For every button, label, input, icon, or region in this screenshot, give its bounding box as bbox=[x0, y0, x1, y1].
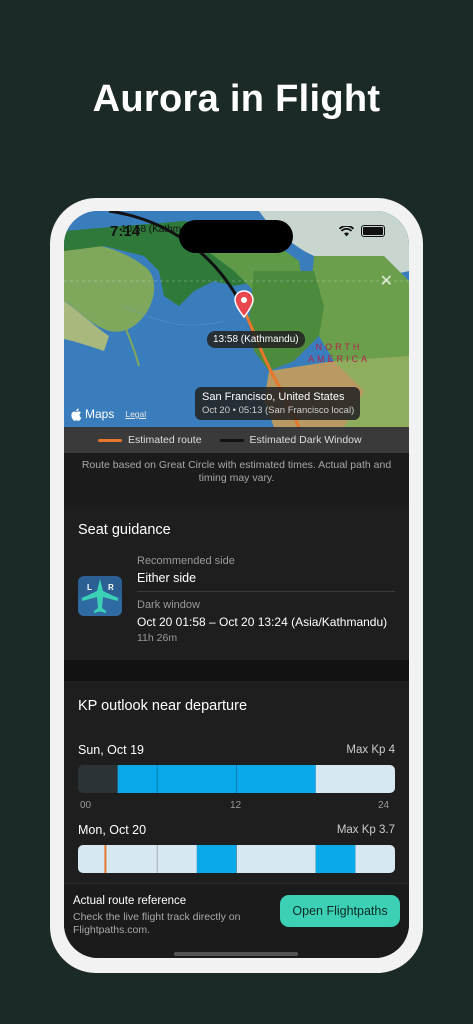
kp-timeline-bar bbox=[78, 765, 395, 793]
kp-tick-start: 00 bbox=[80, 800, 92, 811]
phone-frame: 7:14 10:58 (Kathm ✕ 13:58 (Kathmandu) NO… bbox=[50, 198, 423, 973]
legend-dark-swatch bbox=[219, 438, 244, 442]
kp-segment-high bbox=[117, 765, 316, 793]
maps-attribution: Maps Legal bbox=[71, 407, 146, 421]
kp-segment-past bbox=[78, 765, 118, 793]
kp-current-time-marker bbox=[104, 845, 107, 873]
region-label: NORTH AMERICA bbox=[308, 341, 370, 365]
wifi-icon bbox=[339, 225, 354, 236]
home-indicator bbox=[174, 952, 298, 956]
app-screen: 7:14 10:58 (Kathm ✕ 13:58 (Kathmandu) NO… bbox=[64, 211, 409, 958]
legend-dark-label: Estimated Dark Window bbox=[249, 434, 362, 446]
map-legend: Estimated route Estimated Dark Window bbox=[64, 427, 409, 453]
region-label-line1: NORTH bbox=[315, 342, 363, 352]
kp-segment-low bbox=[78, 845, 197, 873]
route-map[interactable]: 7:14 10:58 (Kathm ✕ 13:58 (Kathmandu) NO… bbox=[64, 211, 409, 427]
dark-window-value: Oct 20 01:58 – Oct 20 13:24 (Asia/Kathma… bbox=[137, 615, 388, 629]
kp-day-label: Mon, Oct 20 bbox=[78, 823, 147, 837]
kp-segment-low bbox=[315, 765, 395, 793]
legend-route-swatch bbox=[98, 438, 122, 442]
close-icon[interactable]: ✕ bbox=[380, 271, 393, 291]
route-start-label: 10:58 (Kathm bbox=[121, 224, 182, 235]
headline: Aurora in Flight bbox=[92, 78, 381, 120]
kp-tick-end: 24 bbox=[378, 800, 390, 811]
dark-window-duration: 11h 26m bbox=[137, 632, 178, 644]
route-disclaimer: Route based on Great Circle with estimat… bbox=[64, 453, 409, 505]
seat-guidance-title: Seat guidance bbox=[78, 522, 171, 538]
kp-segment-low bbox=[355, 845, 395, 873]
kp-segment-high bbox=[315, 845, 356, 873]
status-icons bbox=[339, 225, 385, 237]
route-reference-description: Check the live flight track directly on … bbox=[73, 911, 241, 936]
open-flightpaths-button[interactable]: Open Flightpaths bbox=[280, 895, 400, 927]
legend-route: Estimated route bbox=[98, 434, 202, 446]
seat-right-letter: R bbox=[108, 583, 114, 592]
kp-outlook-card: KP outlook near departure Sun, Oct 19 Ma… bbox=[64, 681, 409, 891]
dynamic-island bbox=[179, 220, 293, 253]
kp-segment-low bbox=[236, 845, 316, 873]
legend-route-label: Estimated route bbox=[128, 434, 202, 446]
route-reference-bar: Actual route reference Check the live fl… bbox=[64, 883, 409, 958]
kp-timeline-bar bbox=[78, 845, 395, 873]
kp-segment-high bbox=[196, 845, 237, 873]
destination-title: San Francisco, United States bbox=[202, 391, 345, 403]
divider bbox=[137, 591, 395, 592]
pin-time-label: 13:58 (Kathmandu) bbox=[207, 331, 305, 348]
recommended-side-label: Recommended side bbox=[137, 555, 235, 567]
dark-window-label: Dark window bbox=[137, 599, 200, 611]
location-pin-icon[interactable] bbox=[234, 290, 254, 318]
legend-dark-window: Estimated Dark Window bbox=[219, 434, 362, 446]
legal-link[interactable]: Legal bbox=[125, 409, 146, 419]
airplane-seat-icon: L R bbox=[78, 576, 122, 616]
battery-icon bbox=[361, 225, 385, 237]
apple-logo-icon bbox=[71, 408, 82, 421]
seat-left-letter: L bbox=[87, 583, 92, 592]
destination-time: Oct 20 • 05:13 (San Francisco local) bbox=[202, 405, 355, 416]
recommended-side-value: Either side bbox=[137, 571, 197, 585]
kp-tick-mid: 12 bbox=[230, 800, 242, 811]
maps-brand: Maps bbox=[85, 407, 115, 421]
destination-callout[interactable]: San Francisco, United States Oct 20 • 05… bbox=[195, 387, 361, 420]
route-reference-title: Actual route reference bbox=[73, 895, 187, 907]
region-label-line2: AMERICA bbox=[308, 354, 371, 364]
kp-outlook-title: KP outlook near departure bbox=[78, 698, 248, 714]
kp-day-max: Max Kp 3.7 bbox=[336, 824, 395, 836]
seat-guidance-card: Seat guidance L R Recommended side Eithe… bbox=[64, 505, 409, 660]
kp-day-max: Max Kp 4 bbox=[346, 744, 395, 756]
kp-day-label: Sun, Oct 19 bbox=[78, 743, 145, 757]
